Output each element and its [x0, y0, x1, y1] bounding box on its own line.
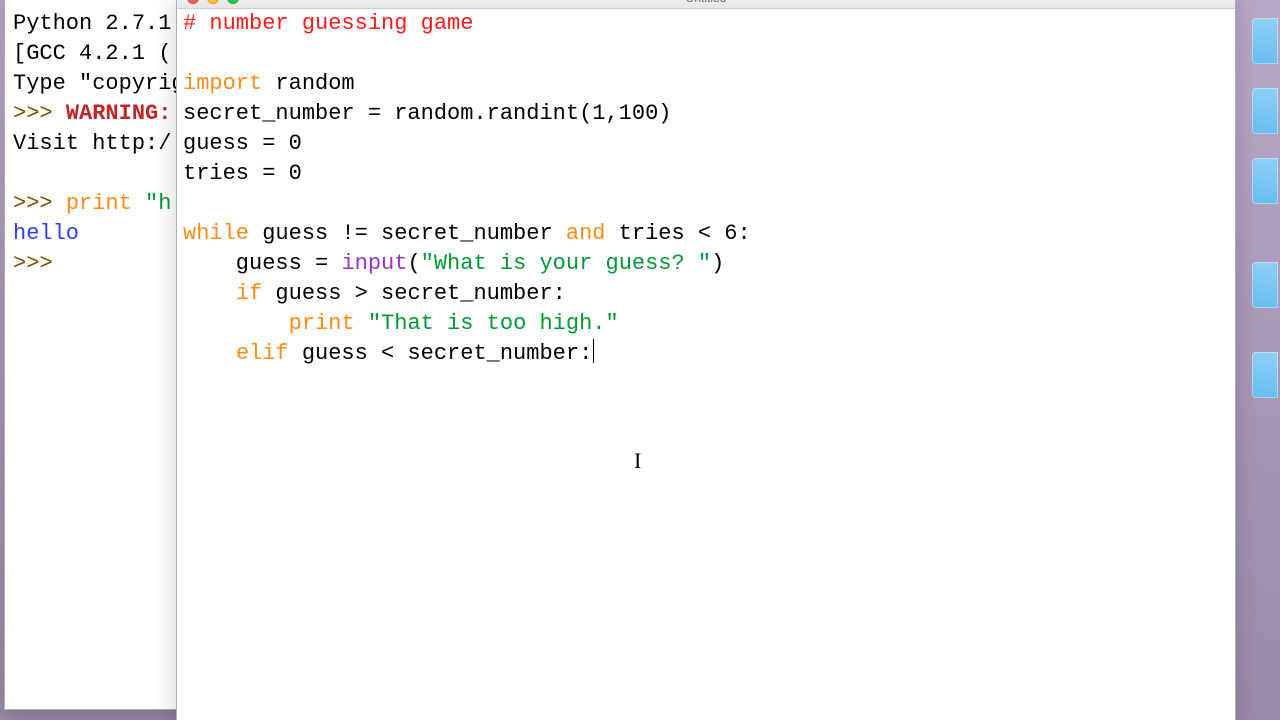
- shell-line: "copyrig: [79, 71, 185, 96]
- code-text: guess > secret_number:: [262, 281, 566, 306]
- token-if: if: [236, 281, 262, 306]
- code-text: tries < 6:: [605, 221, 750, 246]
- code-text: guess != secret_number: [249, 221, 566, 246]
- minimize-icon[interactable]: [207, 0, 219, 4]
- shell-prompt: >>>: [13, 101, 66, 126]
- maximize-icon[interactable]: [227, 0, 239, 4]
- dock-tab: [1252, 262, 1278, 308]
- token-print: print: [289, 311, 355, 336]
- token-elif: elif: [236, 341, 289, 366]
- token-while: while: [183, 221, 249, 246]
- code-text: [183, 341, 236, 366]
- token-string: "What is your guess? ": [421, 251, 711, 276]
- token-import: import: [183, 71, 262, 96]
- code-text: [183, 281, 236, 306]
- token-string: "That is too high.": [368, 311, 619, 336]
- shell-line: Type: [13, 71, 79, 96]
- code-text: guess =: [183, 251, 341, 276]
- token-comment: # number guessing game: [183, 11, 473, 36]
- token-and: and: [566, 221, 606, 246]
- shell-text: [132, 191, 145, 216]
- shell-prompt: >>>: [13, 191, 66, 216]
- dock-tab: [1252, 88, 1278, 134]
- code-text: ): [711, 251, 724, 276]
- code-text: random: [262, 71, 354, 96]
- desktop: Python 2.7.1 [GCC 4.2.1 ( Type "copyrig …: [0, 0, 1280, 720]
- shell-prompt: >>>: [13, 251, 66, 276]
- code-text: (: [407, 251, 420, 276]
- editor-title: Untitled: [177, 0, 1235, 5]
- token-print: print: [66, 191, 132, 216]
- shell-line: [GCC 4.2.1 (: [13, 41, 171, 66]
- token-string: "h: [145, 191, 171, 216]
- code-text: guess < secret_number:: [289, 341, 593, 366]
- token-input: input: [341, 251, 407, 276]
- code-text: tries = 0: [183, 161, 302, 186]
- code-text: [183, 311, 289, 336]
- code-text: secret_number = random.randint(1,100): [183, 101, 671, 126]
- mouse-cursor-ibeam: I: [634, 448, 641, 474]
- text-cursor: [593, 339, 594, 363]
- window-controls: [187, 0, 239, 4]
- dock-tab: [1252, 352, 1278, 398]
- editor-window[interactable]: Untitled # number guessing game import r…: [176, 0, 1236, 720]
- dock-tab: [1252, 158, 1278, 204]
- shell-warning: WARNING:: [66, 101, 172, 126]
- shell-output: hello: [13, 221, 79, 246]
- code-text: guess = 0: [183, 131, 302, 156]
- shell-line: Visit http:/: [13, 131, 171, 156]
- shell-line: Python 2.7.1: [13, 11, 171, 36]
- close-icon[interactable]: [187, 0, 199, 4]
- editor-titlebar[interactable]: Untitled: [177, 0, 1235, 9]
- dock-tab: [1252, 18, 1278, 64]
- code-text: [355, 311, 368, 336]
- editor-content[interactable]: # number guessing game import random sec…: [177, 9, 1235, 369]
